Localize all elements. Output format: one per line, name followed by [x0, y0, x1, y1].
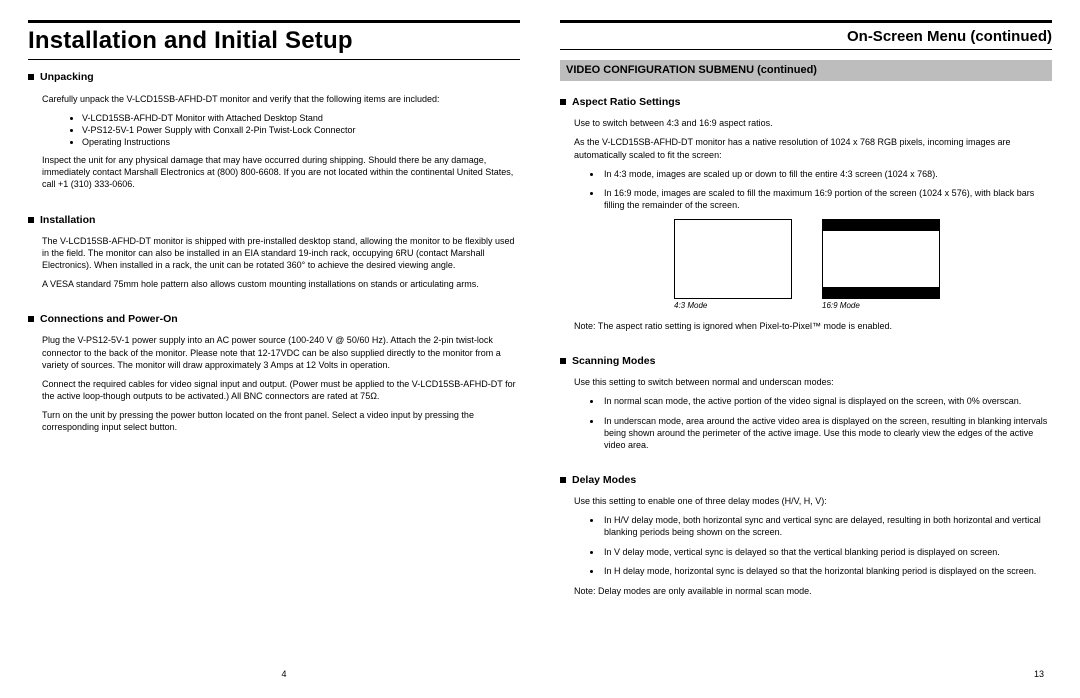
unpacking-items-list: V-LCD15SB-AFHD-DT Monitor with Attached … — [42, 112, 520, 148]
heading-aspect: Aspect Ratio Settings — [560, 95, 1052, 109]
square-bullet-icon — [28, 217, 34, 223]
diagram-4-3-box — [674, 219, 792, 299]
delay-body: Use this setting to enable one of three … — [560, 495, 1052, 597]
square-bullet-icon — [28, 316, 34, 322]
connections-body: Plug the V-PS12-5V-1 power supply into a… — [28, 334, 520, 433]
rule-top-right — [560, 20, 1052, 23]
unpacking-item: Operating Instructions — [82, 136, 520, 148]
section-delay: Delay Modes Use this setting to enable o… — [560, 473, 1052, 597]
unpacking-damage: Inspect the unit for any physical damage… — [42, 154, 520, 190]
square-bullet-icon — [28, 74, 34, 80]
section-aspect: Aspect Ratio Settings Use to switch betw… — [560, 95, 1052, 332]
square-bullet-icon — [560, 358, 566, 364]
diagram-4-3-caption: 4:3 Mode — [674, 301, 792, 312]
heading-installation: Installation — [28, 213, 520, 227]
installation-p1: The V-LCD15SB-AFHD-DT monitor is shipped… — [42, 235, 520, 271]
heading-connections: Connections and Power-On — [28, 312, 520, 326]
unpacking-intro: Carefully unpack the V-LCD15SB-AFHD-DT m… — [42, 93, 520, 105]
rule-under-title-right — [560, 49, 1052, 50]
aspect-diagram-row: 4:3 Mode 16:9 Mode — [674, 219, 1052, 312]
aspect-b2: In 16:9 mode, images are scaled to fill … — [602, 187, 1052, 211]
installation-p2: A VESA standard 75mm hole pattern also a… — [42, 278, 520, 290]
scanning-bullets: In normal scan mode, the active portion … — [574, 395, 1052, 451]
heading-delay-text: Delay Modes — [572, 473, 636, 487]
rule-top-left — [28, 20, 520, 23]
section-installation: Installation The V-LCD15SB-AFHD-DT monit… — [28, 213, 520, 291]
delay-p1: Use this setting to enable one of three … — [574, 495, 1052, 507]
page-footer: 4 13 — [0, 668, 1080, 680]
diagram-4-3: 4:3 Mode — [674, 219, 792, 312]
right-page: On-Screen Menu (continued) VIDEO CONFIGU… — [560, 20, 1052, 619]
heading-aspect-text: Aspect Ratio Settings — [572, 95, 681, 109]
unpacking-body: Carefully unpack the V-LCD15SB-AFHD-DT m… — [28, 93, 520, 191]
aspect-note: Note: The aspect ratio setting is ignore… — [574, 320, 1052, 332]
heading-scanning-text: Scanning Modes — [572, 354, 655, 368]
diagram-16-9-box — [822, 219, 940, 299]
scanning-p1: Use this setting to switch between norma… — [574, 376, 1052, 388]
delay-b1: In H/V delay mode, both horizontal sync … — [602, 514, 1052, 538]
aspect-p1: Use to switch between 4:3 and 16:9 aspec… — [574, 117, 1052, 129]
section-connections: Connections and Power-On Plug the V-PS12… — [28, 312, 520, 433]
scanning-body: Use this setting to switch between norma… — [560, 376, 1052, 451]
diagram-16-9-inner — [823, 231, 939, 287]
delay-b2: In V delay mode, vertical sync is delaye… — [602, 546, 1052, 558]
section-unpacking: Unpacking Carefully unpack the V-LCD15SB… — [28, 70, 520, 190]
delay-bullets: In H/V delay mode, both horizontal sync … — [574, 514, 1052, 577]
heading-delay: Delay Modes — [560, 473, 1052, 487]
pagenum-left: 4 — [28, 668, 540, 680]
square-bullet-icon — [560, 477, 566, 483]
diagram-16-9: 16:9 Mode — [822, 219, 940, 312]
aspect-p2: As the V-LCD15SB-AFHD-DT monitor has a n… — [574, 136, 1052, 160]
connections-p1: Plug the V-PS12-5V-1 power supply into a… — [42, 334, 520, 370]
delay-b3: In H delay mode, horizontal sync is dela… — [602, 565, 1052, 577]
left-title: Installation and Initial Setup — [28, 25, 520, 57]
aspect-bullets: In 4:3 mode, images are scaled up or dow… — [574, 168, 1052, 211]
connections-p2: Connect the required cables for video si… — [42, 378, 520, 402]
scanning-b1: In normal scan mode, the active portion … — [602, 395, 1052, 407]
installation-body: The V-LCD15SB-AFHD-DT monitor is shipped… — [28, 235, 520, 291]
square-bullet-icon — [560, 99, 566, 105]
aspect-b1: In 4:3 mode, images are scaled up or dow… — [602, 168, 1052, 180]
heading-unpacking: Unpacking — [28, 70, 520, 84]
heading-installation-text: Installation — [40, 213, 95, 227]
unpacking-item: V-PS12-5V-1 Power Supply with Conxall 2-… — [82, 124, 520, 136]
pagenum-right: 13 — [540, 668, 1052, 680]
unpacking-item: V-LCD15SB-AFHD-DT Monitor with Attached … — [82, 112, 520, 124]
subheader-bar: VIDEO CONFIGURATION SUBMENU (continued) — [560, 60, 1052, 81]
rule-under-title-left — [28, 59, 520, 60]
aspect-body: Use to switch between 4:3 and 16:9 aspec… — [560, 117, 1052, 332]
heading-unpacking-text: Unpacking — [40, 70, 94, 84]
heading-scanning: Scanning Modes — [560, 354, 1052, 368]
connections-p3: Turn on the unit by pressing the power b… — [42, 409, 520, 433]
heading-connections-text: Connections and Power-On — [40, 312, 178, 326]
scanning-b2: In underscan mode, area around the activ… — [602, 415, 1052, 451]
left-page: Installation and Initial Setup Unpacking… — [28, 20, 520, 619]
diagram-16-9-caption: 16:9 Mode — [822, 301, 940, 312]
right-title: On-Screen Menu (continued) — [560, 27, 1052, 47]
section-scanning: Scanning Modes Use this setting to switc… — [560, 354, 1052, 451]
delay-note: Note: Delay modes are only available in … — [574, 585, 1052, 597]
